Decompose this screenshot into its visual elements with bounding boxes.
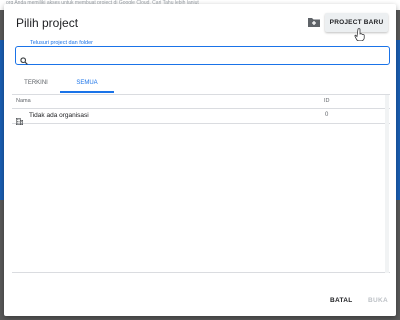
tab-recent[interactable]: TERKINI — [16, 74, 56, 92]
column-header-name[interactable]: Nama — [16, 98, 31, 104]
cancel-button[interactable]: BATAL — [330, 297, 353, 304]
open-button[interactable]: BUKA — [368, 297, 388, 304]
table-row[interactable]: Tidak ada organisasi 0 — [12, 108, 390, 126]
folder-add-icon[interactable] — [307, 15, 321, 29]
column-header-id[interactable]: ID — [324, 98, 330, 104]
search-icon — [20, 52, 28, 65]
search-input-label: Telusuri project dan folder — [27, 40, 96, 46]
active-tab-indicator — [60, 91, 114, 93]
hand-pointer-icon — [354, 28, 366, 42]
row-project-id: 0 — [325, 112, 329, 118]
dialog-title: Pilih project — [16, 16, 79, 30]
table-scrollbar[interactable] — [385, 95, 389, 273]
select-project-dialog: Pilih project PROJECT BARU Telusuri proj… — [4, 4, 396, 316]
row-project-name: Tidak ada organisasi — [29, 112, 89, 119]
tab-all[interactable]: SEMUA — [60, 74, 114, 92]
project-table: Nama ID Tidak ada organisasi 0 — [12, 94, 390, 274]
search-input[interactable] — [15, 46, 390, 65]
project-tabs: TERKINI SEMUA — [16, 74, 388, 94]
organization-building-icon — [16, 112, 24, 126]
table-bottom-divider — [12, 272, 390, 273]
table-header: Nama ID — [12, 94, 390, 109]
background-right-accent — [396, 40, 400, 200]
